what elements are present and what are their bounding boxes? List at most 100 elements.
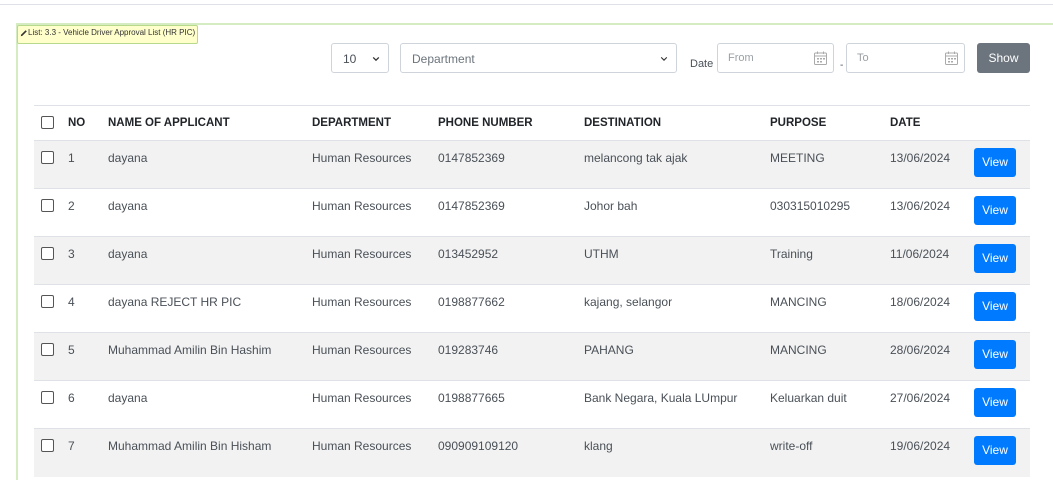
row-purpose: 030315010295 bbox=[770, 188, 890, 237]
calendar-icon[interactable] bbox=[814, 51, 827, 65]
table-row: 5 Muhammad Amilin Bin Hashim Human Resou… bbox=[34, 332, 1030, 381]
row-checkbox[interactable] bbox=[41, 151, 54, 164]
row-action-cell: View bbox=[974, 332, 1030, 381]
date-to-input[interactable]: To bbox=[846, 43, 965, 73]
row-action-cell: View bbox=[974, 188, 1030, 237]
row-name: dayana REJECT HR PIC bbox=[108, 284, 312, 333]
top-divider bbox=[0, 4, 1053, 5]
row-date: 11/06/2024 bbox=[890, 236, 974, 285]
row-purpose: write-off bbox=[770, 428, 890, 477]
view-button[interactable]: View bbox=[974, 292, 1016, 321]
row-no: 6 bbox=[68, 380, 108, 429]
row-select-cell bbox=[34, 380, 68, 429]
view-button[interactable]: View bbox=[974, 388, 1016, 417]
header-date: DATE bbox=[890, 105, 974, 141]
row-checkbox[interactable] bbox=[41, 295, 54, 308]
header-destination: DESTINATION bbox=[584, 105, 770, 141]
header-no: NO bbox=[68, 105, 108, 141]
row-purpose: Training bbox=[770, 236, 890, 285]
row-name: dayana bbox=[108, 188, 312, 237]
list-title: List: 3.3 - Vehicle Driver Approval List… bbox=[28, 28, 196, 37]
row-purpose: MANCING bbox=[770, 332, 890, 381]
date-to-placeholder: To bbox=[857, 52, 869, 64]
row-destination: UTHM bbox=[584, 236, 770, 285]
row-phone: 090909109120 bbox=[438, 428, 584, 477]
date-from-input[interactable]: From bbox=[717, 43, 834, 73]
view-button[interactable]: View bbox=[974, 148, 1016, 177]
row-destination: Bank Negara, Kuala LUmpur bbox=[584, 380, 770, 429]
row-action-cell: View bbox=[974, 140, 1030, 189]
row-phone: 0198877665 bbox=[438, 380, 584, 429]
page-length-value: 10 bbox=[343, 52, 357, 66]
row-name: dayana bbox=[108, 380, 312, 429]
row-checkbox[interactable] bbox=[41, 199, 54, 212]
date-label: Date bbox=[690, 58, 714, 70]
row-no: 1 bbox=[68, 140, 108, 189]
department-select[interactable]: Department bbox=[400, 43, 677, 73]
row-phone: 0198877662 bbox=[438, 284, 584, 333]
row-name: dayana bbox=[108, 140, 312, 189]
row-date: 19/06/2024 bbox=[890, 428, 974, 477]
approval-table: NO NAME OF APPLICANT DEPARTMENT PHONE NU… bbox=[34, 105, 1030, 477]
row-checkbox[interactable] bbox=[41, 343, 54, 356]
page-length-select[interactable]: 10 bbox=[331, 43, 389, 73]
row-department: Human Resources bbox=[312, 380, 438, 429]
table-row: 7 Muhammad Amilin Bin Hisham Human Resou… bbox=[34, 428, 1030, 477]
row-department: Human Resources bbox=[312, 140, 438, 189]
row-department: Human Resources bbox=[312, 236, 438, 285]
row-department: Human Resources bbox=[312, 428, 438, 477]
row-select-cell bbox=[34, 236, 68, 285]
row-purpose: Keluarkan duit bbox=[770, 380, 890, 429]
row-name: Muhammad Amilin Bin Hisham bbox=[108, 428, 312, 477]
row-phone: 0147852369 bbox=[438, 140, 584, 189]
row-action-cell: View bbox=[974, 236, 1030, 285]
row-select-cell bbox=[34, 284, 68, 333]
view-button[interactable]: View bbox=[974, 244, 1016, 273]
row-destination: PAHANG bbox=[584, 332, 770, 381]
table-header-row: NO NAME OF APPLICANT DEPARTMENT PHONE NU… bbox=[34, 105, 1030, 141]
row-no: 7 bbox=[68, 428, 108, 477]
row-no: 5 bbox=[68, 332, 108, 381]
list-title-tag: List: 3.3 - Vehicle Driver Approval List… bbox=[17, 25, 198, 44]
header-purpose: PURPOSE bbox=[770, 105, 890, 141]
row-purpose: MEETING bbox=[770, 140, 890, 189]
select-all-checkbox[interactable] bbox=[41, 115, 54, 129]
view-button[interactable]: View bbox=[974, 436, 1016, 465]
row-date: 27/06/2024 bbox=[890, 380, 974, 429]
row-date: 13/06/2024 bbox=[890, 140, 974, 189]
row-checkbox[interactable] bbox=[41, 247, 54, 260]
row-checkbox[interactable] bbox=[41, 391, 54, 404]
row-name: Muhammad Amilin Bin Hashim bbox=[108, 332, 312, 381]
row-select-cell bbox=[34, 332, 68, 381]
row-select-cell bbox=[34, 428, 68, 477]
row-department: Human Resources bbox=[312, 188, 438, 237]
row-action-cell: View bbox=[974, 380, 1030, 429]
show-button[interactable]: Show bbox=[977, 43, 1030, 73]
table-row: 1 dayana Human Resources 0147852369 mela… bbox=[34, 140, 1030, 189]
row-destination: Johor bah bbox=[584, 188, 770, 237]
row-destination: melancong tak ajak bbox=[584, 140, 770, 189]
view-button[interactable]: View bbox=[974, 340, 1016, 369]
row-department: Human Resources bbox=[312, 332, 438, 381]
row-date: 13/06/2024 bbox=[890, 188, 974, 237]
table-row: 6 dayana Human Resources 0198877665 Bank… bbox=[34, 380, 1030, 429]
row-select-cell bbox=[34, 188, 68, 237]
date-from-placeholder: From bbox=[728, 52, 754, 64]
row-select-cell bbox=[34, 140, 68, 189]
row-date: 18/06/2024 bbox=[890, 284, 974, 333]
calendar-icon[interactable] bbox=[945, 51, 958, 65]
row-action-cell: View bbox=[974, 284, 1030, 333]
row-purpose: MANCING bbox=[770, 284, 890, 333]
chevron-down-icon bbox=[660, 57, 668, 61]
row-checkbox[interactable] bbox=[41, 439, 54, 452]
table-row: 2 dayana Human Resources 0147852369 Joho… bbox=[34, 188, 1030, 237]
date-separator: - bbox=[840, 60, 844, 71]
select-all-cell bbox=[34, 105, 68, 141]
row-phone: 019283746 bbox=[438, 332, 584, 381]
header-phone: PHONE NUMBER bbox=[438, 105, 584, 141]
view-button[interactable]: View bbox=[974, 196, 1016, 225]
row-department: Human Resources bbox=[312, 284, 438, 333]
header-action bbox=[974, 105, 1030, 141]
row-name: dayana bbox=[108, 236, 312, 285]
row-no: 2 bbox=[68, 188, 108, 237]
